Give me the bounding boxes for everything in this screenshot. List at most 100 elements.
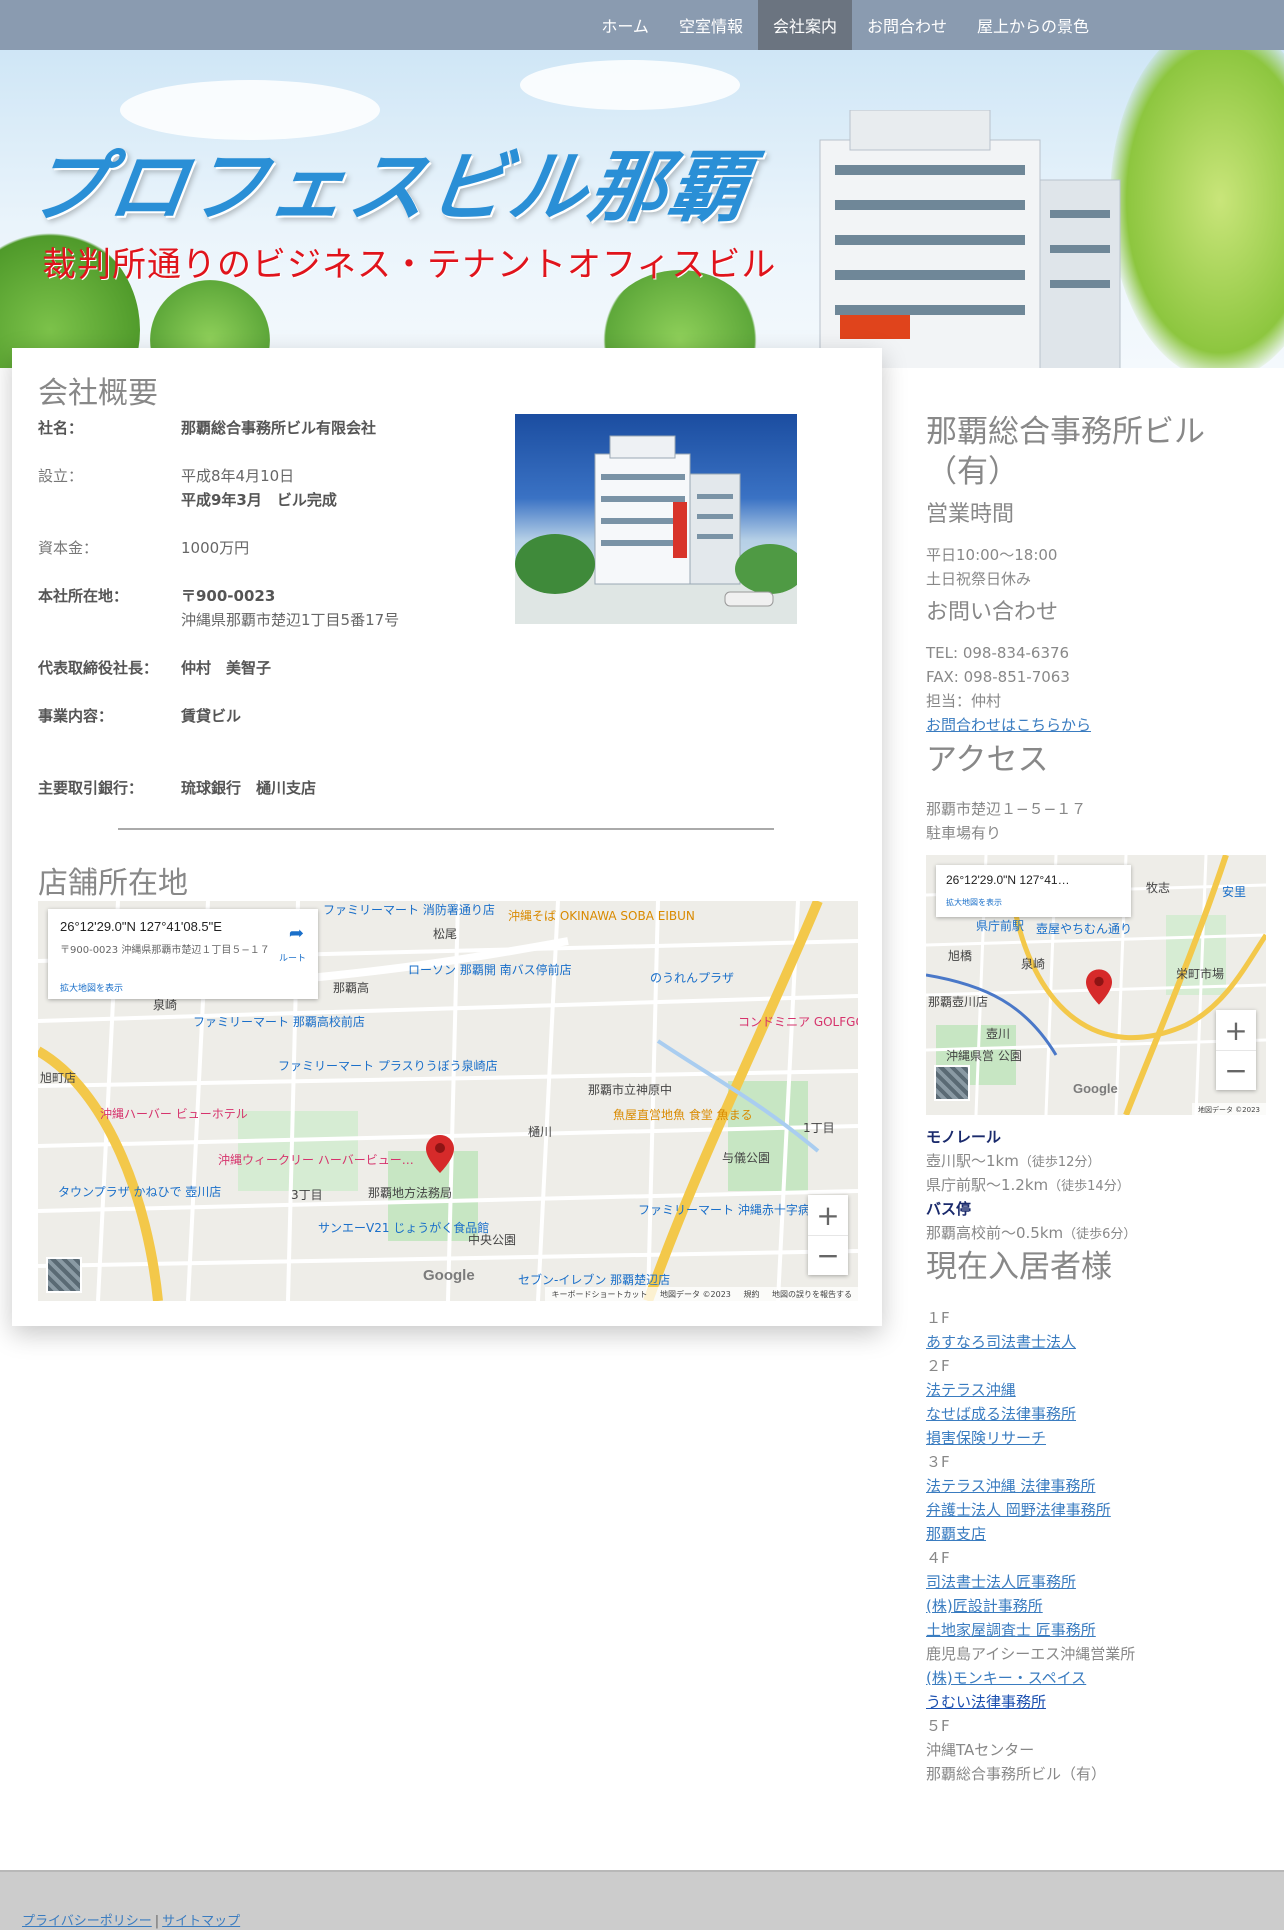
monorail-station-2: 県庁前駅〜1.2km（徒歩14分） — [926, 1176, 1130, 1194]
monorail-heading: モノレール — [926, 1128, 1002, 1146]
tenant-link[interactable]: (株)匠設計事務所 — [926, 1594, 1043, 1618]
fax-text: FAX: 098-851-7063 — [926, 668, 1070, 686]
mini-map-label: 壺屋やちむん通り — [1036, 922, 1133, 936]
footer-separator: | — [154, 1914, 160, 1929]
floor-label: １F — [926, 1309, 950, 1327]
nav-company[interactable]: 会社案内 — [757, 0, 852, 50]
zoom-out-button[interactable]: − — [808, 1235, 848, 1275]
google-logo: Google — [423, 1267, 475, 1284]
map-label: 那覇市立神原中 — [588, 1083, 673, 1097]
mini-map-label: 栄町市場 — [1176, 967, 1225, 981]
floor-label: ２F — [926, 1357, 950, 1375]
map-label: タウンプラザ かねひで 壺川店 — [58, 1185, 222, 1199]
tenant-link[interactable]: 法テラス沖縄 法律事務所 — [926, 1474, 1095, 1498]
nav-rooftop-view[interactable]: 屋上からの景色 — [962, 0, 1104, 50]
tenant-link[interactable]: あすなろ司法書士法人 — [926, 1330, 1076, 1354]
hours-weekday: 平日10:00～18:00 — [926, 546, 1058, 564]
tenant-link[interactable]: うむい法律事務所 — [926, 1690, 1046, 1714]
nav-vacancy[interactable]: 空室情報 — [664, 0, 758, 50]
keyboard-shortcuts-link[interactable]: キーボードショートカット — [551, 1290, 647, 1299]
mini-map-label: 安里 — [1222, 885, 1247, 899]
store-map[interactable]: ファミリーマート 消防署通り店 沖縄そば OKINAWA SOBA EIBUN … — [38, 901, 858, 1301]
zoom-out-button[interactable]: − — [1216, 1050, 1256, 1090]
tenant-link[interactable]: なせば成る法律事務所 — [926, 1402, 1076, 1426]
nav-home[interactable]: ホーム — [586, 0, 664, 50]
building-photo — [515, 414, 797, 624]
tenant-link[interactable]: (株)モンキー・スペイス — [926, 1666, 1086, 1690]
mini-map-label: 壺川 — [986, 1027, 1011, 1041]
tenant-link[interactable]: 弁護士法人 岡野法律事務所 — [926, 1498, 1111, 1522]
google-logo: Google — [1073, 1081, 1118, 1096]
info-value: 1000万円 — [181, 539, 250, 557]
bus-stop: 那覇高校前〜0.5km（徒歩6分） — [926, 1224, 1137, 1242]
location-pin-icon[interactable] — [1086, 969, 1112, 1005]
tenant-name: 鹿児島アイシーエス沖縄営業所 — [926, 1645, 1136, 1663]
map-address: 〒900-0023 沖縄県那覇市楚辺１丁目５−１７ — [60, 945, 270, 956]
mini-map-label: 旭橋 — [948, 949, 973, 963]
info-value: 賃貸ビル — [181, 707, 242, 725]
hero-banner: プロフェスビル那覇 裁判所通りのビジネス・テナントオフィスビル — [0, 50, 1284, 368]
info-value: 平成8年4月10日 平成9年3月 ビル完成 — [181, 467, 337, 509]
sitemap-link[interactable]: サイトマップ — [162, 1914, 240, 1929]
map-label: ファミリーマート 消防署通り店 — [323, 903, 495, 917]
access-address: 那覇市楚辺１−５−１７ — [926, 800, 1087, 818]
info-label: 資本金： — [38, 539, 99, 557]
location-pin-icon[interactable] — [426, 1135, 454, 1173]
sidebar-company-name: 那覇総合事務所ビル（有） — [926, 414, 1205, 490]
info-value: 〒900-0023 沖縄県那覇市楚辺1丁目5番17号 — [181, 587, 400, 629]
mini-map-zoom-control: + − — [1216, 1010, 1256, 1090]
satellite-toggle[interactable] — [934, 1065, 970, 1101]
tenant-link[interactable]: 法テラス沖縄 — [926, 1378, 1016, 1402]
floor-label: ３F — [926, 1453, 950, 1471]
mini-map-attribution: 地図データ ©2023 — [1191, 1103, 1266, 1115]
tenant-name: 那覇総合事務所ビル（有） — [926, 1765, 1107, 1783]
hours-weekend: 土日祝祭日休み — [926, 570, 1032, 588]
map-label: 沖縄ウィークリー ハーバービュー… — [218, 1153, 414, 1167]
directions-icon[interactable]: ➦ — [289, 923, 304, 944]
map-label: のうれんプラザ — [650, 971, 735, 985]
mini-map-label: 県庁前駅 — [976, 919, 1025, 933]
building-photo-image — [515, 435, 797, 624]
footer-links: プライバシーポリシー | サイトマップ — [22, 1910, 240, 1929]
zoom-in-button[interactable]: + — [808, 1195, 848, 1235]
tenant-link[interactable]: 土地家屋調査士 匠事務所 — [926, 1618, 1096, 1642]
map-label: 魚屋直営地魚 食堂 魚まる — [613, 1108, 753, 1122]
nav-contact[interactable]: お問合わせ — [852, 0, 962, 50]
section-divider — [118, 828, 774, 830]
info-value: 仲村 美智子 — [181, 659, 272, 677]
contact-link[interactable]: お問合わせはこちらから — [926, 713, 1091, 737]
map-data-label: 地図データ ©2023 — [660, 1290, 731, 1299]
tenant-link[interactable]: 那覇支店 — [926, 1522, 986, 1546]
mini-map-label: 牧志 — [1146, 881, 1171, 895]
map-zoom-control: + − — [808, 1195, 848, 1275]
map-label: 中央公園 — [468, 1233, 517, 1247]
site-title[interactable]: プロフェスビル那覇 — [22, 125, 758, 237]
satellite-toggle[interactable] — [46, 1257, 82, 1293]
map-label: 沖縄そば OKINAWA SOBA EIBUN — [508, 909, 695, 923]
info-label: 事業内容： — [38, 707, 114, 725]
access-mini-map[interactable]: 泉崎 壺屋やちむん通り 沖縄県営 公園 旭橋 県庁前駅 那覇壺川店 安里 牧志 … — [926, 855, 1266, 1115]
larger-map-link[interactable]: 拡大地図を表示 — [60, 981, 123, 994]
floor-label: ４F — [926, 1549, 950, 1567]
tenant-link[interactable]: 司法書士法人匠事務所 — [926, 1570, 1076, 1594]
map-label: 旭町店 — [40, 1071, 77, 1085]
map-label: コンドミニア GOLFGOLF 壺屋 GO — [738, 1015, 858, 1029]
info-value: 那覇総合事務所ビル有限会社 — [181, 419, 377, 437]
tenant-link[interactable]: 損害保険リサーチ — [926, 1426, 1046, 1450]
map-coords: 26°12'29.0"N 127°41'08.5"E — [60, 919, 222, 934]
map-label: サンエーV21 じょうがく食品館 — [318, 1221, 490, 1235]
directions-label[interactable]: ルート — [279, 951, 306, 964]
report-error-link[interactable]: 地図の誤りを報告する — [772, 1290, 852, 1299]
map-label: ローソン 那覇開 南バス停前店 — [408, 963, 572, 977]
map-label: 那覇高 — [333, 981, 370, 995]
map-label: 那覇地方法務局 — [368, 1186, 453, 1200]
tenants-heading: 現在入居者様 — [926, 1249, 1112, 1285]
tenant-name: 沖縄TAセンター — [926, 1741, 1035, 1759]
site-tagline: 裁判所通りのビジネス・テナントオフィスビル — [42, 245, 777, 285]
terms-link[interactable]: 規約 — [743, 1290, 759, 1299]
mini-larger-map-link[interactable]: 拡大地図を表示 — [946, 897, 1002, 908]
mini-map-label: 那覇壺川店 — [928, 995, 989, 1009]
zoom-in-button[interactable]: + — [1216, 1010, 1256, 1050]
privacy-policy-link[interactable]: プライバシーポリシー — [22, 1914, 152, 1929]
mini-map-popup: 26°12'29.0"N 127°41… 拡大地図を表示 — [936, 865, 1131, 917]
